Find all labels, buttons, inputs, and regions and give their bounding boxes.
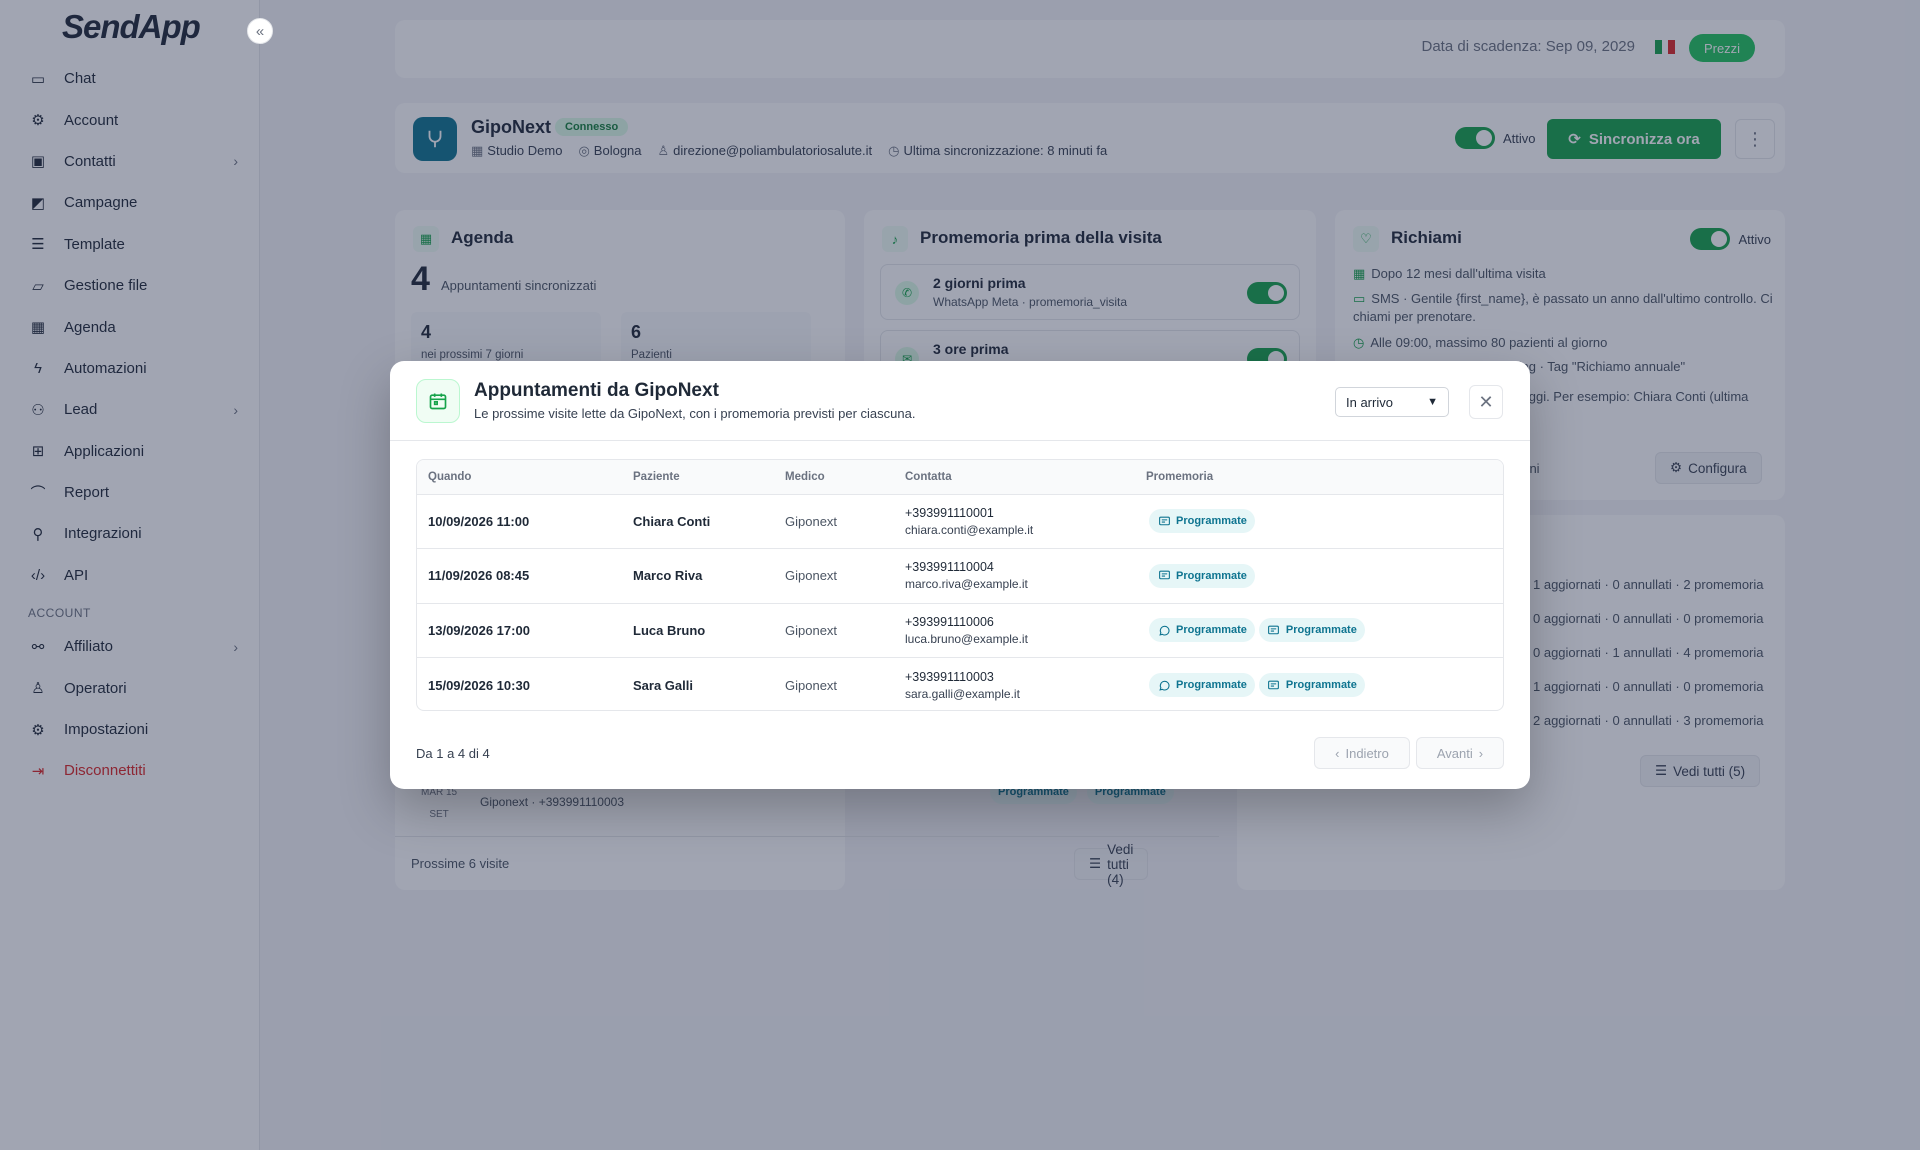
badge-label: Programmate xyxy=(1285,624,1357,637)
next-page-button[interactable]: Avanti › xyxy=(1416,737,1504,769)
chevron-down-icon: ▼ xyxy=(1427,396,1438,408)
appointments-modal: Appuntamenti da GipoNext Le prossime vis… xyxy=(390,361,1530,789)
table-row[interactable]: 11/09/2026 08:45 Marco Riva Giponext +39399… xyxy=(417,549,1503,604)
table-header-row: Quando Paziente Medico Contatta Promemor… xyxy=(417,460,1503,495)
patient-name: Sara Galli xyxy=(633,677,693,693)
contact-email[interactable]: sara.galli@example.it xyxy=(905,687,1135,701)
appointments-table: Quando Paziente Medico Contatta Promemor… xyxy=(416,459,1504,711)
contact-cell: +393991110006 luca.bruno@example.it xyxy=(894,603,1135,658)
sms-reminder-badge: Programmate xyxy=(1258,618,1365,643)
message-icon xyxy=(1157,569,1171,583)
sms-reminder-badge: Programmate xyxy=(1149,563,1255,588)
badge-label: Programmate xyxy=(1285,679,1357,691)
contact-phone[interactable]: +393991110003 xyxy=(905,670,1135,684)
contact-cell: +393991110004 marco.riva@example.it xyxy=(894,549,1135,604)
modal-header: Appuntamenti da GipoNext Le prossime vis… xyxy=(390,361,1530,441)
filter-value: In arrivo xyxy=(1346,394,1393,410)
patient-name: Marco Riva xyxy=(633,568,703,584)
appointment-time: 10/09/2026 11:00 xyxy=(428,513,530,529)
whatsapp-icon xyxy=(1157,678,1171,692)
modal-title: Appuntamenti da GipoNext xyxy=(474,380,719,401)
column-header-reminders[interactable]: Promemoria xyxy=(1135,460,1503,495)
calendar-icon xyxy=(416,379,460,423)
next-label: Avanti xyxy=(1436,745,1473,761)
whatsapp-icon xyxy=(1157,623,1171,637)
pagination-info: Da 1 a 4 di 4 xyxy=(416,746,490,761)
doctor-name: Giponext xyxy=(785,677,838,693)
reminders-cell: Programmate xyxy=(1135,494,1503,549)
contact-email[interactable]: luca.bruno@example.it xyxy=(905,632,1135,646)
close-icon[interactable]: ✕ xyxy=(1469,385,1503,419)
contact-email[interactable]: marco.riva@example.it xyxy=(905,577,1135,591)
sms-reminder-badge: Programmate xyxy=(1258,673,1365,697)
message-icon xyxy=(1267,678,1281,692)
doctor-name: Giponext xyxy=(785,622,838,638)
badge-label: Programmate xyxy=(1176,569,1247,582)
contact-phone[interactable]: +393991110006 xyxy=(905,615,1135,629)
badge-label: Programmate xyxy=(1176,679,1247,691)
appointment-filter-select[interactable]: In arrivo ▼ xyxy=(1335,387,1449,417)
previous-page-button[interactable]: ‹ Indietro xyxy=(1314,737,1410,769)
appointment-time: 15/09/2026 10:30 xyxy=(428,677,530,693)
chevron-right-icon: › xyxy=(1478,745,1484,761)
reminders-cell: Programmate xyxy=(1135,549,1503,604)
contact-phone[interactable]: +393991110004 xyxy=(905,560,1135,574)
table-row[interactable]: 15/09/2026 10:30 Sara Galli Giponext +39399… xyxy=(417,658,1503,711)
doctor-name: Giponext xyxy=(785,513,838,529)
contact-email[interactable]: chiara.conti@example.it xyxy=(905,523,1135,537)
column-header-when[interactable]: Quando xyxy=(417,460,622,495)
appointment-time: 13/09/2026 17:00 xyxy=(428,622,530,638)
chevron-left-icon: ‹ xyxy=(1335,745,1340,761)
sms-reminder-badge: Programmate xyxy=(1149,509,1255,534)
whatsapp-reminder-badge: Programmate xyxy=(1149,673,1255,697)
patient-name: Luca Bruno xyxy=(633,622,706,638)
appointment-time: 11/09/2026 08:45 xyxy=(428,568,530,584)
message-icon xyxy=(1157,514,1171,528)
column-header-patient[interactable]: Paziente xyxy=(622,460,774,495)
badge-label: Programmate xyxy=(1176,624,1247,637)
reminders-cell: Programmate Programmate xyxy=(1135,603,1503,658)
message-icon xyxy=(1267,623,1281,637)
contact-cell: +393991110001 chiara.conti@example.it xyxy=(894,494,1135,549)
table-row[interactable]: 10/09/2026 11:00 Chiara Conti Giponext +393… xyxy=(417,494,1503,549)
contact-phone[interactable]: +393991110001 xyxy=(905,506,1135,520)
patient-name: Chiara Conti xyxy=(633,513,711,529)
reminders-cell: Programmate Programmate xyxy=(1135,658,1503,711)
contact-cell: +393991110003 sara.galli@example.it xyxy=(894,658,1135,711)
doctor-name: Giponext xyxy=(785,568,838,584)
previous-label: Indietro xyxy=(1345,745,1389,761)
column-header-contact[interactable]: Contatta xyxy=(894,460,1135,495)
table-row[interactable]: 13/09/2026 17:00 Luca Bruno Giponext +39399… xyxy=(417,603,1503,658)
whatsapp-reminder-badge: Programmate xyxy=(1149,618,1255,643)
column-header-doctor[interactable]: Medico xyxy=(774,460,894,495)
collapse-sidebar-button[interactable]: « xyxy=(247,18,273,44)
modal-subtitle: Le prossime visite lette da GipoNext, co… xyxy=(474,406,916,421)
badge-label: Programmate xyxy=(1176,515,1247,528)
